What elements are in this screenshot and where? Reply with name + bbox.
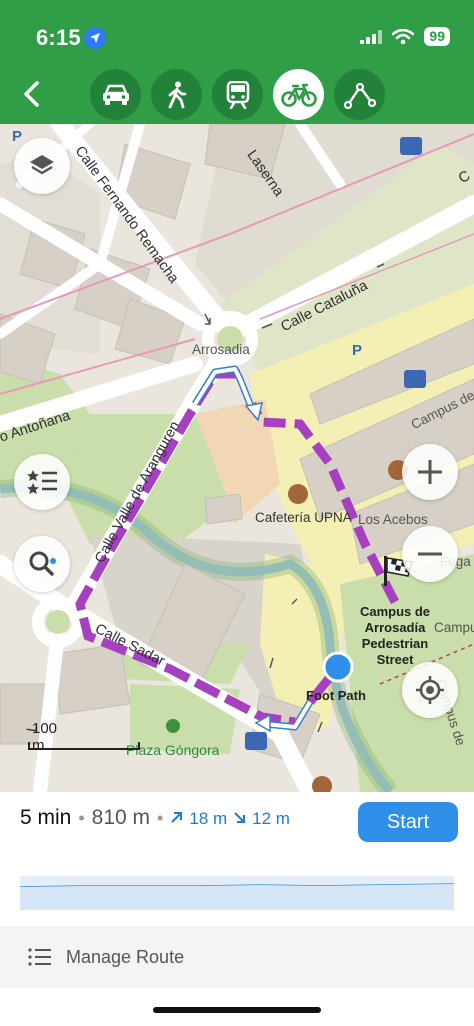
place-label: Cafetería UPNA	[255, 510, 352, 525]
route-duration: 5 min	[20, 806, 72, 829]
route-icon	[343, 82, 376, 109]
layers-button[interactable]	[14, 138, 70, 194]
place-label: Campus Mag	[434, 620, 474, 635]
route-sheet: 5 min • 810 m • 18 m 12 m Start Manage R…	[0, 792, 474, 1026]
route-summary: 5 min • 810 m • 18 m 12 m	[20, 806, 290, 830]
wifi-icon	[392, 28, 415, 44]
manage-route-label: Manage Route	[66, 946, 185, 967]
back-button[interactable]	[14, 74, 48, 114]
parking-label: P	[12, 128, 23, 145]
layers-icon	[30, 155, 54, 175]
mode-transit-button[interactable]	[212, 69, 263, 120]
descent-arrow-icon	[234, 812, 246, 823]
start-button[interactable]: Start	[358, 802, 458, 842]
zoom-in-button[interactable]	[402, 444, 458, 500]
location-arrow-icon	[84, 27, 106, 49]
status-time: 6:15	[36, 25, 81, 50]
mode-walk-button[interactable]	[151, 69, 202, 120]
car-icon	[102, 84, 129, 105]
search-icon	[29, 551, 56, 576]
separator: •	[157, 808, 164, 828]
cellular-signal-icon	[360, 29, 383, 44]
minus-icon	[418, 552, 442, 556]
plus-icon	[418, 460, 442, 484]
battery-indicator: 99	[424, 27, 450, 46]
place-label: Plaza Góngora	[126, 742, 220, 758]
map-view[interactable]: Calle Fernando Remacha Laserna Calle Cat…	[0, 124, 474, 792]
train-icon	[226, 80, 249, 109]
descent-value: 12 m	[252, 809, 290, 828]
pedestrian-icon	[168, 81, 186, 108]
place-label: Arrosadia	[192, 342, 250, 357]
bicycle-icon	[280, 83, 317, 107]
mode-route-button[interactable]	[334, 69, 385, 120]
search-button[interactable]	[14, 536, 70, 592]
route-distance: 810 m	[91, 806, 151, 829]
parking-label: P	[352, 342, 363, 359]
star-list-icon	[27, 470, 57, 494]
ascent-value: 18 m	[189, 809, 228, 828]
zoom-out-button[interactable]	[402, 526, 458, 582]
transport-mode-selector	[90, 69, 385, 120]
poi-list-button[interactable]	[14, 454, 70, 510]
scale-bar	[28, 742, 140, 750]
mode-bike-button[interactable]	[273, 69, 324, 120]
chevron-left-icon	[24, 81, 39, 107]
manage-route-button[interactable]: Manage Route	[0, 926, 474, 988]
elevation-stats: 18 m 12 m	[170, 809, 290, 829]
top-bar: 6:15 99	[0, 0, 474, 124]
separator: •	[78, 808, 85, 828]
foot-path-label: Foot Path	[306, 688, 366, 703]
home-indicator	[153, 1007, 321, 1013]
locate-icon	[416, 676, 444, 704]
locate-me-button[interactable]	[402, 662, 458, 718]
destination-label: Campus de Arrosadía Pedestrian Street	[359, 604, 431, 667]
status-indicators: 99	[360, 27, 450, 46]
place-label: Los Acebos	[358, 512, 428, 527]
mode-car-button[interactable]	[90, 69, 141, 120]
ascent-arrow-icon	[171, 812, 183, 823]
elevation-profile	[20, 876, 454, 910]
list-icon	[28, 948, 51, 966]
